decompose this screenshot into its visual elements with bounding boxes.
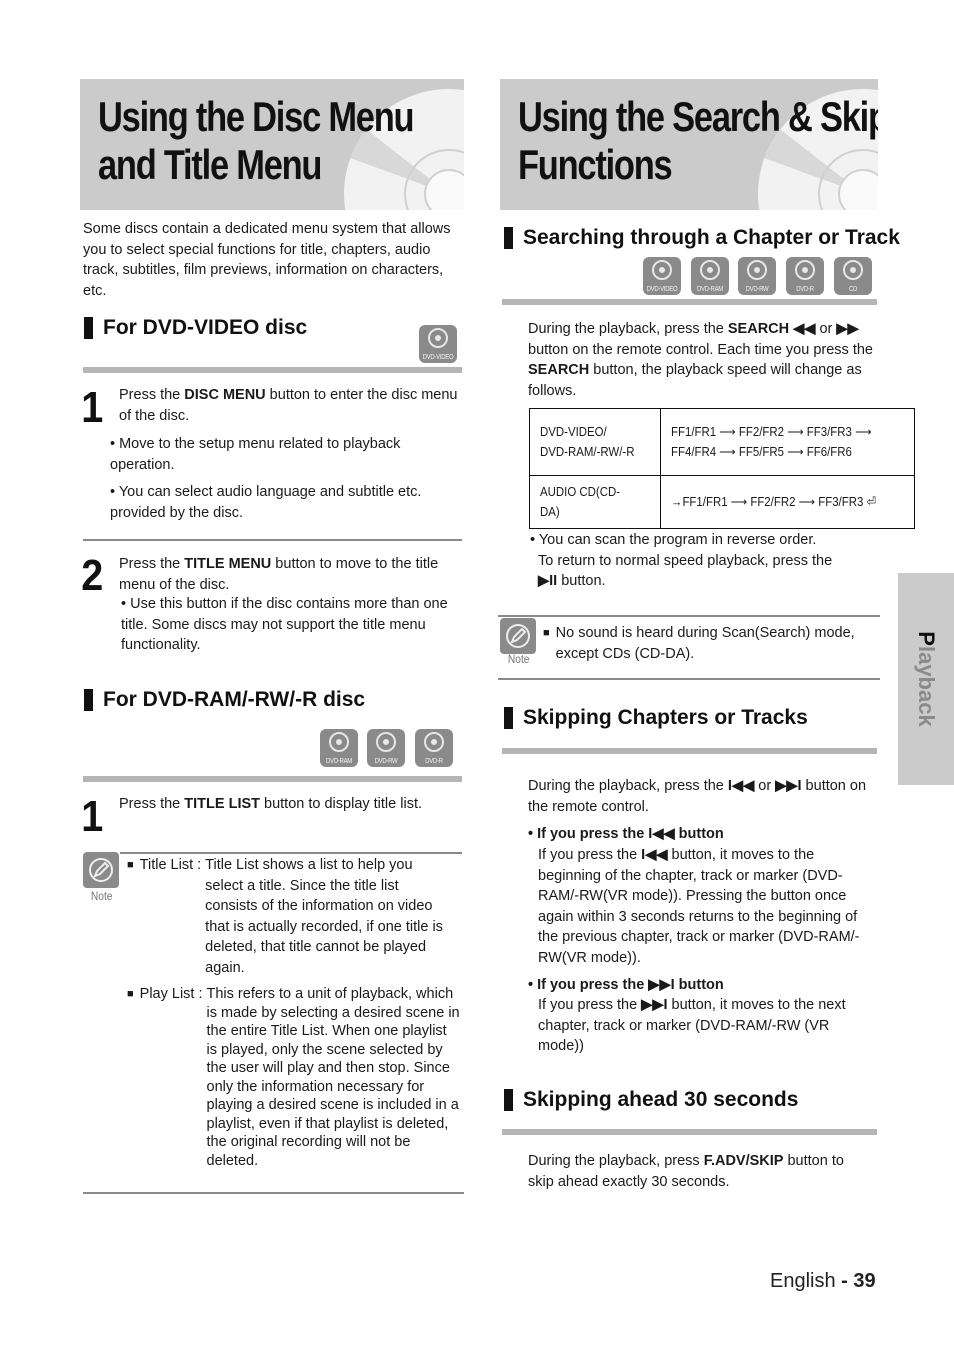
right-title-banner: Using the Search & Skip Functions bbox=[500, 79, 878, 210]
bullet-continuation: ▶II button. bbox=[538, 573, 606, 589]
bullet-text: • Move to the setup menu related to play… bbox=[110, 436, 401, 473]
step-number: 1 bbox=[81, 792, 104, 841]
divider bbox=[83, 367, 462, 373]
step-text: Press the TITLE MENU button to move to t… bbox=[119, 556, 439, 593]
section-heading-dvd-ram: For DVD-RAM/-RW/-R disc bbox=[84, 688, 365, 712]
skip-paragraph: During the playback, press the I◀◀ or ▶▶… bbox=[528, 778, 867, 815]
step-number: 1 bbox=[81, 383, 104, 432]
section-heading-dvd-video: For DVD-VIDEO disc bbox=[84, 316, 307, 340]
table-row: AUDIO CD(CD-DA) →FF1/FR1 ⟶ FF2/FR2 ⟶ FF3… bbox=[529, 475, 916, 529]
note-pencil-icon bbox=[83, 852, 119, 888]
note-label: Note bbox=[90, 889, 113, 903]
section-heading-search: Searching through a Chapter or Track bbox=[504, 226, 900, 250]
divider bbox=[498, 678, 880, 680]
intro-text: Some discs contain a dedicated menu syst… bbox=[83, 221, 451, 299]
step-text: Press the TITLE LIST button to display t… bbox=[119, 796, 422, 812]
note-item-play-list: ■ Play List : This refers to a unit of pla… bbox=[127, 986, 460, 1169]
subheading-previous: • If you press the I◀◀ button bbox=[528, 826, 724, 842]
divider bbox=[83, 776, 462, 782]
cd-badge-icon: CD bbox=[834, 257, 872, 295]
bullet-text: • Use this button if the disc contains m… bbox=[121, 596, 448, 653]
step-number: 2 bbox=[81, 551, 104, 600]
dvd-rw-badge-icon: DVD-RW bbox=[367, 729, 405, 767]
divider bbox=[83, 1192, 464, 1194]
bullet-text: • You can scan the program in reverse or… bbox=[530, 532, 817, 548]
search-speed-table: DVD-VIDEO/ DVD-RAM/-RW/-R FF1/FR1 ⟶ FF2/… bbox=[529, 408, 916, 529]
table-row: DVD-VIDEO/ DVD-RAM/-RW/-R FF1/FR1 ⟶ FF2/… bbox=[529, 408, 916, 476]
divider bbox=[498, 615, 880, 617]
search-paragraph: During the playback, press the SEARCH ◀◀… bbox=[528, 321, 873, 399]
bullet-continuation: To return to normal speed playback, pres… bbox=[538, 553, 833, 569]
table-cell-speeds: →FF1/FR1 ⟶ FF2/FR2 ⟶ FF3/FR3 ⏎ bbox=[659, 475, 916, 529]
divider bbox=[502, 1129, 877, 1135]
right-page-title: Using the Search & Skip Functions bbox=[518, 93, 878, 188]
chapter-side-tab: Playback bbox=[898, 573, 954, 785]
next-description: If you press the ▶▶I button, it moves to… bbox=[538, 997, 846, 1054]
dvd-r-badge-icon: DVD-R bbox=[415, 729, 453, 767]
table-cell-disc: AUDIO CD(CD-DA) bbox=[529, 475, 661, 529]
dvd-ram-badge-icon: DVD-RAM bbox=[320, 729, 358, 767]
bullet-text: • You can select audio language and subt… bbox=[110, 484, 422, 521]
divider bbox=[120, 852, 462, 854]
table-cell-speeds: FF1/FR1 ⟶ FF2/FR2 ⟶ FF3/FR3 ⟶ FF4/FR4 ⟶ … bbox=[659, 408, 916, 476]
previous-description: If you press the I◀◀ button, it moves to… bbox=[538, 847, 860, 966]
note-text: ■ No sound is heard during Scan(Search) m… bbox=[543, 625, 855, 662]
dvd-rw-badge-icon: DVD-RW bbox=[738, 257, 776, 295]
dvd-video-badge-icon: DVD-VIDEO bbox=[419, 325, 457, 363]
dvd-video-badge-icon: DVD-VIDEO bbox=[643, 257, 681, 295]
section-heading-skip-30: Skipping ahead 30 seconds bbox=[504, 1088, 798, 1112]
divider bbox=[502, 299, 877, 305]
divider bbox=[83, 539, 462, 541]
note-label: Note bbox=[507, 652, 530, 666]
section-heading-skip: Skipping Chapters or Tracks bbox=[504, 706, 808, 730]
subheading-next: • If you press the ▶▶I button bbox=[528, 977, 724, 993]
note-pencil-icon bbox=[500, 618, 536, 654]
note-item-title-list: ■ Title List : Title List shows a list to … bbox=[127, 857, 443, 976]
step-text: Press the DISC MENU button to enter the … bbox=[119, 387, 458, 424]
table-cell-disc: DVD-VIDEO/ DVD-RAM/-RW/-R bbox=[529, 408, 661, 476]
divider bbox=[502, 748, 877, 754]
dvd-r-badge-icon: DVD-R bbox=[786, 257, 824, 295]
skip30-paragraph: During the playback, press F.ADV/SKIP bu… bbox=[528, 1153, 844, 1190]
left-title-banner: Using the Disc Menu and Title Menu bbox=[80, 79, 464, 210]
page-footer: English - 39 bbox=[770, 1270, 876, 1292]
dvd-ram-badge-icon: DVD-RAM bbox=[691, 257, 729, 295]
left-page-title: Using the Disc Menu and Title Menu bbox=[98, 93, 415, 188]
